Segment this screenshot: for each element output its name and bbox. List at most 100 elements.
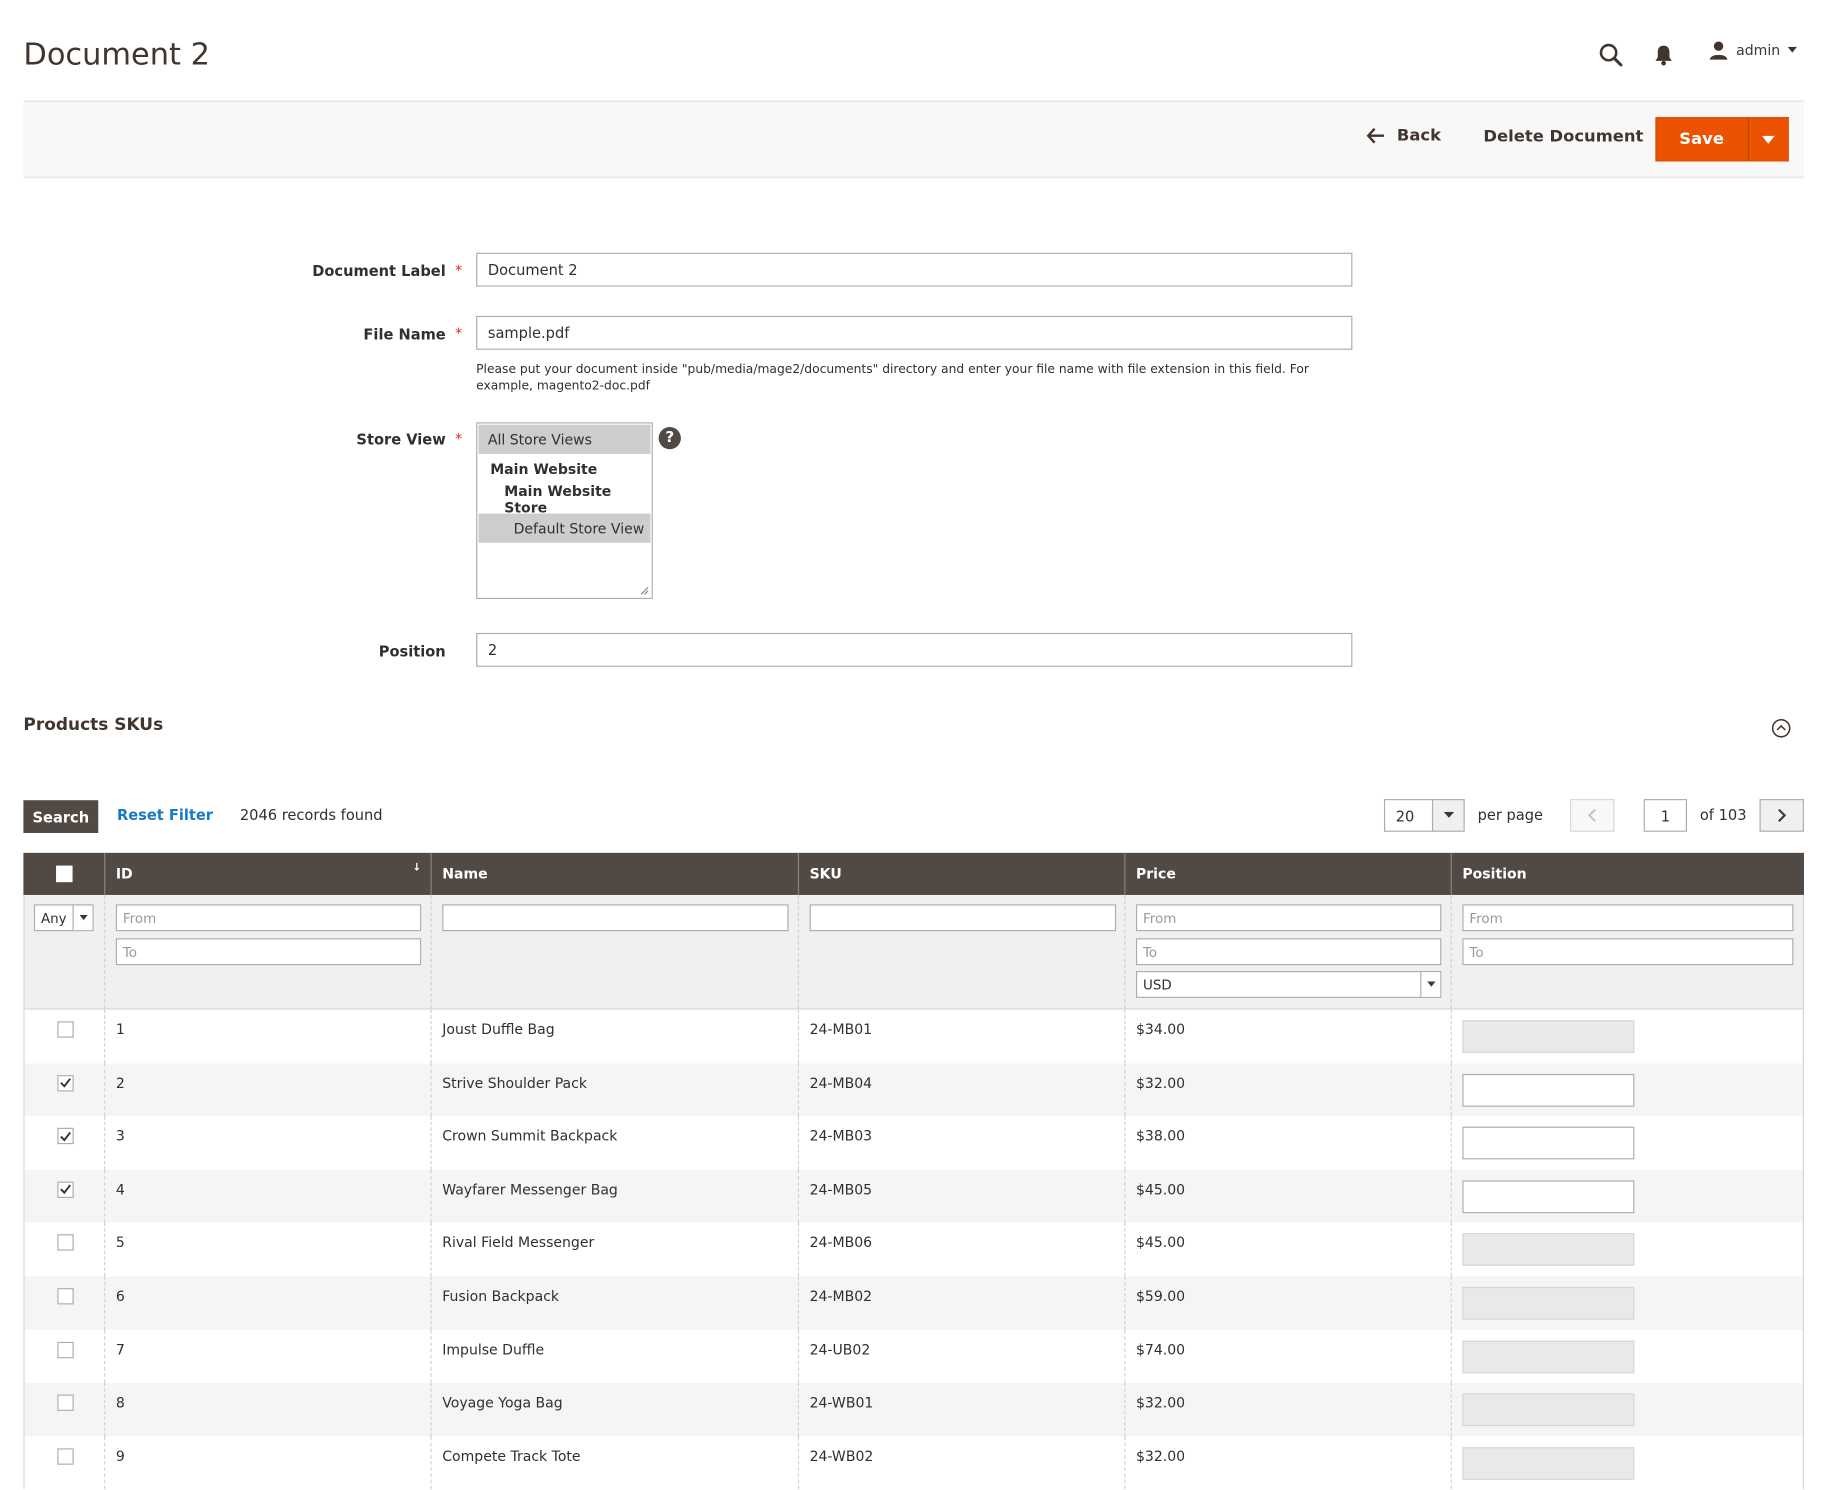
page-total: of 103	[1699, 806, 1747, 824]
position-to-input[interactable]: To	[1462, 938, 1794, 966]
user-menu[interactable]: admin	[1708, 40, 1797, 61]
cell-name: Crown Summit Backpack	[432, 1116, 800, 1170]
column-id[interactable]: ID ↓	[105, 852, 432, 895]
bell-icon[interactable]	[1651, 42, 1677, 68]
name-filter-input[interactable]	[442, 904, 789, 932]
row-id: 5	[115, 1234, 125, 1252]
section-title[interactable]: Products SKUs	[23, 716, 163, 735]
cell-id: 2	[105, 1062, 432, 1117]
position-input[interactable]: 2	[476, 632, 1353, 667]
page-number-input[interactable]: 1	[1643, 799, 1687, 832]
row-checkbox[interactable]	[57, 1128, 74, 1145]
cell-sku: 24-MB02	[799, 1276, 1126, 1330]
cell-id: 7	[105, 1329, 432, 1384]
cell-position	[1452, 1170, 1803, 1223]
per-page-dropdown[interactable]	[1431, 799, 1465, 832]
row-sku: 24-MB05	[809, 1181, 873, 1198]
row-sku: 24-MB03	[809, 1128, 873, 1145]
cell-name: Joust Duffle Bag	[432, 1009, 800, 1063]
position-row-input	[1462, 1233, 1635, 1267]
any-filter-select[interactable]: Any	[33, 904, 94, 932]
cell-name: Wayfarer Messenger Bag	[432, 1169, 800, 1224]
row-select-cell	[25, 1116, 106, 1170]
position-label: Position	[378, 642, 446, 660]
search-icon[interactable]	[1598, 42, 1624, 68]
price-from-input[interactable]: From	[1135, 904, 1442, 932]
row-checkbox[interactable]	[57, 1288, 74, 1305]
id-to-input[interactable]: To	[115, 938, 422, 966]
row-price: $32.00	[1135, 1074, 1186, 1092]
cell-name: Strive Shoulder Pack	[432, 1062, 800, 1117]
table-row[interactable]: 2 Strive Shoulder Pack 24-MB04 $32.00	[23, 1062, 1804, 1117]
file-name-label: File Name	[363, 325, 446, 343]
select-all-header[interactable]	[23, 852, 106, 895]
store-view-multiselect[interactable]: All Store Views Main Website Main Websit…	[476, 422, 653, 599]
sku-filter-input[interactable]	[809, 904, 1117, 932]
check-icon	[60, 1078, 71, 1088]
position-row-input	[1462, 1340, 1635, 1373]
table-row[interactable]: 8 Voyage Yoga Bag 24-WB01 $32.00	[23, 1383, 1804, 1437]
save-options-toggle[interactable]	[1747, 116, 1789, 162]
resize-handle-icon[interactable]	[640, 586, 649, 595]
position-row-input	[1462, 1446, 1635, 1480]
document-label-input[interactable]: Document 2	[476, 252, 1353, 287]
position-from-input[interactable]: From	[1462, 904, 1794, 932]
search-button[interactable]: Search	[23, 800, 99, 833]
table-row[interactable]: 7 Impulse Duffle 24-UB02 $74.00	[23, 1329, 1804, 1384]
delete-document-button[interactable]: Delete Document	[1483, 128, 1643, 147]
filter-row: Any From To From To USD From To	[23, 894, 1804, 1010]
row-price: $59.00	[1135, 1288, 1186, 1305]
per-page-value[interactable]: 20	[1383, 799, 1432, 832]
row-checkbox[interactable]	[57, 1234, 74, 1252]
row-select-cell	[25, 1383, 106, 1437]
table-row[interactable]: 3 Crown Summit Backpack 24-MB03 $38.00	[23, 1116, 1804, 1170]
store-view-label: Store View	[356, 430, 446, 449]
position-row-input[interactable]	[1462, 1126, 1635, 1160]
column-position[interactable]: Position	[1452, 853, 1804, 895]
row-price: $74.00	[1135, 1341, 1186, 1358]
position-row-input	[1462, 1286, 1635, 1320]
previous-page-button[interactable]	[1570, 799, 1615, 832]
row-name: Fusion Backpack	[442, 1288, 560, 1305]
back-button[interactable]: Back	[1366, 126, 1441, 145]
cell-position	[1452, 1223, 1803, 1276]
table-row[interactable]: 4 Wayfarer Messenger Bag 24-MB05 $45.00	[23, 1169, 1804, 1224]
store-option-all[interactable]: All Store Views	[478, 424, 651, 454]
row-checkbox[interactable]	[57, 1341, 74, 1358]
row-checkbox[interactable]	[57, 1448, 74, 1465]
row-checkbox[interactable]	[57, 1394, 74, 1412]
select-all-checkbox[interactable]	[55, 865, 72, 883]
required-mark: *	[455, 325, 463, 342]
table-row[interactable]: 5 Rival Field Messenger 24-MB06 $45.00	[23, 1223, 1804, 1277]
table-row[interactable]: 1 Joust Duffle Bag 24-MB01 $34.00	[23, 1009, 1804, 1063]
store-option-default-view[interactable]: Default Store View	[478, 513, 651, 543]
currency-select[interactable]: USD	[1135, 971, 1442, 998]
table-row[interactable]: 6 Fusion Backpack 24-MB02 $59.00	[23, 1276, 1804, 1330]
collapse-icon[interactable]	[1771, 718, 1791, 738]
reset-filter-link[interactable]: Reset Filter	[117, 806, 213, 824]
cell-position	[1452, 1330, 1803, 1383]
next-page-button[interactable]	[1759, 799, 1804, 832]
position-row-input[interactable]	[1462, 1180, 1635, 1213]
table-row[interactable]: 9 Compete Track Tote 24-WB02 $32.00	[23, 1436, 1804, 1490]
row-checkbox[interactable]	[57, 1021, 74, 1038]
row-checkbox[interactable]	[57, 1074, 74, 1092]
row-price: $34.00	[1135, 1021, 1186, 1038]
cell-id: 8	[105, 1383, 432, 1437]
row-id: 1	[115, 1021, 125, 1038]
cell-price: $32.00	[1125, 1436, 1452, 1490]
save-button[interactable]: Save	[1655, 116, 1748, 162]
column-sku[interactable]: SKU	[799, 852, 1126, 895]
row-id: 6	[115, 1288, 125, 1305]
chevron-down-icon	[1420, 972, 1441, 997]
column-price[interactable]: Price	[1125, 852, 1452, 895]
row-checkbox[interactable]	[57, 1181, 74, 1198]
price-to-input[interactable]: To	[1135, 938, 1442, 966]
position-row-input[interactable]	[1462, 1073, 1635, 1107]
cell-position	[1452, 1276, 1803, 1329]
row-select-cell	[25, 1276, 106, 1330]
column-name[interactable]: Name	[432, 852, 800, 895]
id-from-input[interactable]: From	[115, 904, 422, 932]
help-icon[interactable]: ?	[658, 427, 681, 450]
file-name-input[interactable]: sample.pdf	[476, 315, 1353, 350]
